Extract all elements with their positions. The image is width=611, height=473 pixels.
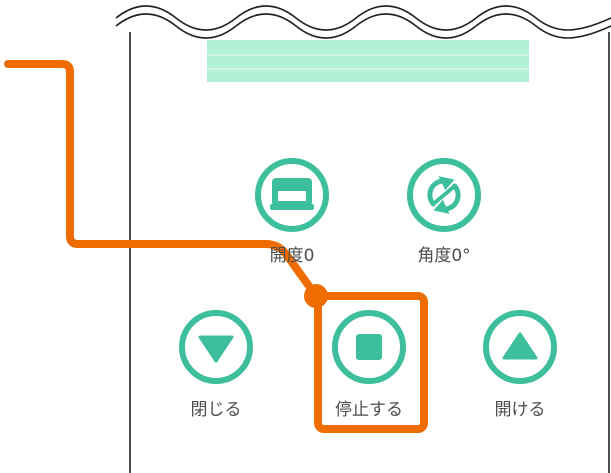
close-button[interactable] [179,310,253,384]
curtain-illustration [207,40,529,82]
close-label: 閉じる [190,400,242,420]
stop-highlight-frame [314,292,428,433]
open-degree-label: 開度0 [269,246,315,266]
open-degree-button[interactable] [255,158,329,232]
angle-label: 角度0° [417,246,471,266]
open-label: 開ける [494,400,546,420]
angle-button[interactable] [407,158,481,232]
blind-controller-screen: 開度0 角度0° 閉じる 停止する 開ける [0,0,611,473]
open-button[interactable] [483,310,557,384]
